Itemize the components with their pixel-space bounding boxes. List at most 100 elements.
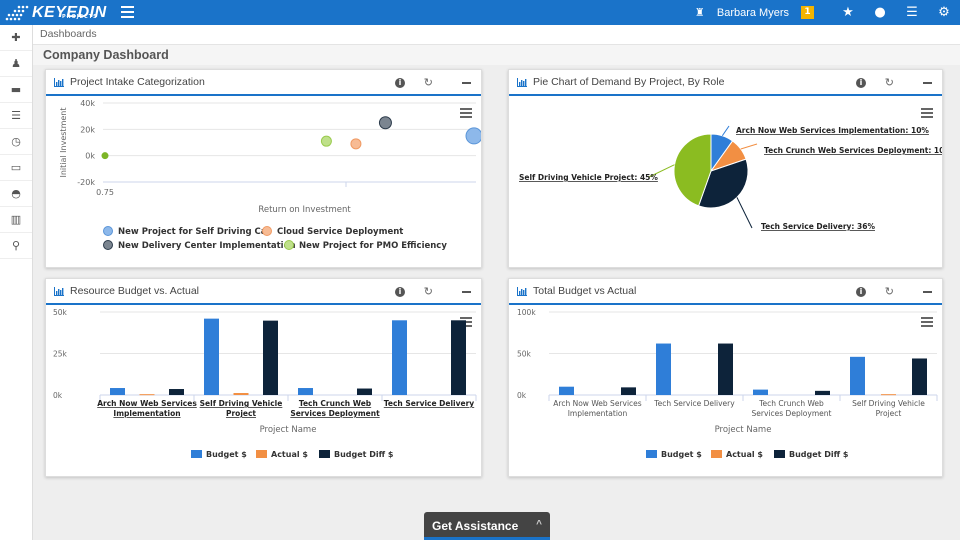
x-category-label[interactable]: Project (226, 409, 256, 418)
x-category-label[interactable]: Services Deployment (290, 409, 380, 418)
legend-item[interactable]: Budget $ (191, 450, 247, 459)
scatter-point (378, 116, 392, 130)
minimize-icon[interactable] (462, 82, 471, 84)
bar (753, 389, 768, 395)
legend-label: Cloud Service Deployment (277, 227, 403, 237)
main-menu-button[interactable] (121, 6, 134, 18)
notification-badge[interactable]: 1 (801, 6, 814, 19)
globe-icon[interactable]: ● (864, 5, 896, 20)
legend-item[interactable]: New Project for PMO Efficiency (284, 240, 448, 252)
sidebar-item-plus[interactable]: ✚ (0, 25, 32, 51)
refresh-icon[interactable]: ↻ (885, 285, 894, 299)
person-icon: ♟ (11, 57, 21, 70)
minimize-icon[interactable] (462, 291, 471, 293)
logo[interactable]: KEYEDIN (4, 2, 107, 24)
x-tick-label: 0.75 (96, 188, 114, 197)
clock-icon: ◷ (11, 135, 21, 148)
user-name[interactable]: Barbara Myers (717, 7, 789, 19)
bar-chart-icon (54, 77, 64, 87)
pie-connector (736, 197, 753, 229)
sidebar-item-sliders[interactable]: ☰ (0, 103, 32, 129)
logo-dots-icon (5, 5, 29, 21)
info-icon[interactable]: i (395, 78, 405, 88)
star-icon[interactable]: ★ (832, 5, 864, 20)
x-category-label: Tech Crunch Web (758, 399, 824, 408)
scatter-point (465, 127, 481, 145)
info-icon[interactable]: i (856, 78, 866, 88)
legend-label: Budget Diff $ (334, 450, 394, 459)
y-tick-label: 25k (53, 350, 68, 359)
chevron-up-icon: ^ (536, 519, 542, 530)
minimize-icon[interactable] (923, 291, 932, 293)
get-assistance-button[interactable]: Get Assistance ^ (424, 512, 550, 540)
info-icon[interactable]: i (395, 287, 405, 297)
x-axis-title: Return on Investment (258, 205, 351, 215)
legend-item[interactable]: Budget Diff $ (774, 450, 849, 459)
x-category-label[interactable]: Tech Service Delivery (384, 399, 475, 408)
legend-item[interactable]: New Delivery Center Implementation (103, 240, 296, 252)
info-icon[interactable]: i (856, 287, 866, 297)
bar (204, 318, 219, 395)
panel-title: Pie Chart of Demand By Project, By Role (533, 76, 725, 88)
sidebar-item-dashboard[interactable]: ◓ (0, 181, 32, 207)
x-category-label[interactable]: Self Driving Vehicle (200, 399, 283, 408)
sidebar-item-briefcase[interactable]: ▬ (0, 77, 32, 103)
bar (559, 386, 574, 395)
legend-item[interactable]: Actual $ (256, 450, 308, 459)
legend-marker (319, 450, 330, 458)
breadcrumb[interactable]: Dashboards (33, 25, 960, 45)
pie-label[interactable]: Tech Crunch Web Services Deployment: 10% (764, 146, 942, 155)
legend-item[interactable]: Budget $ (646, 450, 702, 459)
bar (621, 387, 636, 395)
panel-total-budget: Total Budget vs Actual i ↻ 100k 50k 0k Arch… (508, 278, 943, 477)
pie-label[interactable]: Arch Now Web Services Implementation: 10… (736, 126, 929, 135)
bar (912, 358, 927, 395)
user-icon[interactable]: ♜ (693, 6, 707, 19)
sliders-icon: ☰ (11, 109, 21, 122)
x-category-label[interactable]: Arch Now Web Services (97, 399, 197, 408)
sidebar-item-money[interactable]: ▭ (0, 155, 32, 181)
x-category-label[interactable]: Implementation (113, 409, 180, 418)
bar (881, 394, 896, 396)
refresh-icon[interactable]: ↻ (885, 76, 894, 90)
panel-title: Project Intake Categorization (70, 76, 205, 88)
legend-item[interactable]: Budget Diff $ (319, 450, 394, 459)
sidebar: ✚ ♟ ▬ ☰ ◷ ▭ ◓ ▥ ⚲ (0, 25, 33, 540)
money-icon: ▭ (10, 161, 22, 174)
legend-item[interactable]: Actual $ (711, 450, 763, 459)
x-category-label[interactable]: Tech Crunch Web (299, 399, 372, 408)
pie-chart: Arch Now Web Services Implementation: 10… (519, 125, 942, 231)
total-bar-chart: 100k 50k 0k Arch Now Web ServicesImplementa… (517, 308, 938, 459)
list-icon[interactable]: ☰ (896, 5, 928, 20)
sidebar-item-search[interactable]: ⚲ (0, 233, 32, 259)
bar (718, 343, 733, 395)
plus-icon: ✚ (11, 31, 21, 44)
panel-title: Total Budget vs Actual (533, 285, 637, 297)
scatter-point (320, 135, 332, 147)
y-axis-title: Initial Investment (59, 108, 68, 178)
y-tick-label: 20k (80, 125, 95, 134)
bar (139, 394, 155, 396)
x-category-label: Project (876, 409, 902, 418)
legend-item[interactable]: New Project for Self Driving Car (103, 226, 272, 238)
sidebar-item-person[interactable]: ♟ (0, 51, 32, 77)
legend-marker (711, 450, 722, 458)
sidebar-item-clock[interactable]: ◷ (0, 129, 32, 155)
page-title: Company Dashboard (33, 45, 960, 65)
panel-header: Project Intake Categorization i ↻ (46, 70, 481, 96)
refresh-icon[interactable]: ↻ (424, 285, 433, 299)
get-assistance-label: Get Assistance (432, 519, 519, 533)
pie-label[interactable]: Self Driving Vehicle Project: 45% (519, 173, 658, 182)
refresh-icon[interactable]: ↻ (424, 76, 433, 90)
gear-icon[interactable]: ⚙ (928, 5, 960, 20)
bar (392, 320, 407, 395)
sidebar-item-bar-chart[interactable]: ▥ (0, 207, 32, 233)
panel-project-intake: Project Intake Categorization i ↻ 40k 20k… (45, 69, 482, 268)
minimize-icon[interactable] (923, 82, 932, 84)
x-category-label: Tech Service Delivery (653, 399, 735, 408)
dashboard-icon: ◓ (11, 187, 21, 200)
pie-label[interactable]: Tech Service Delivery: 36% (761, 222, 875, 231)
search-icon: ⚲ (11, 239, 21, 252)
panel-header: Resource Budget vs. Actual i ↻ (46, 279, 481, 305)
legend-item[interactable]: Cloud Service Deployment (262, 226, 404, 238)
